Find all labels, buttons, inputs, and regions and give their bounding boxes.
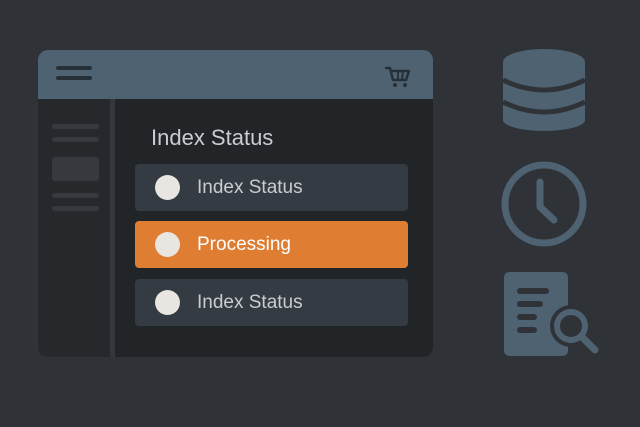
- radio-button[interactable]: [155, 175, 180, 200]
- radio-button[interactable]: [155, 290, 180, 315]
- panel-title: Index Status: [151, 125, 274, 150]
- sidebar: [38, 99, 115, 357]
- hamburger-menu-icon[interactable]: [56, 66, 92, 84]
- shopping-cart-icon[interactable]: [385, 66, 411, 88]
- list-item-label: Index Status: [197, 292, 303, 313]
- sidebar-placeholder-line: [52, 137, 99, 142]
- document-search-icon: [504, 272, 599, 356]
- list-item[interactable]: Index Status: [135, 164, 408, 211]
- list-item-label: Processing: [197, 234, 291, 255]
- clock-icon: [501, 161, 587, 247]
- sidebar-placeholder-line: [52, 124, 99, 129]
- sidebar-placeholder-line: [52, 206, 99, 211]
- sidebar-placeholder-line: [52, 193, 99, 198]
- database-icon: [502, 49, 586, 131]
- list-item[interactable]: Index Status: [135, 279, 408, 326]
- sidebar-placeholder-block: [52, 157, 99, 181]
- canvas: Index Status Index Status Processing Ind…: [0, 0, 640, 427]
- list-item-label: Index Status: [197, 177, 303, 198]
- radio-button[interactable]: [155, 232, 180, 257]
- app-window: Index Status Index Status Processing Ind…: [38, 50, 433, 357]
- list-item-selected[interactable]: Processing: [135, 221, 408, 268]
- window-header: [38, 50, 433, 99]
